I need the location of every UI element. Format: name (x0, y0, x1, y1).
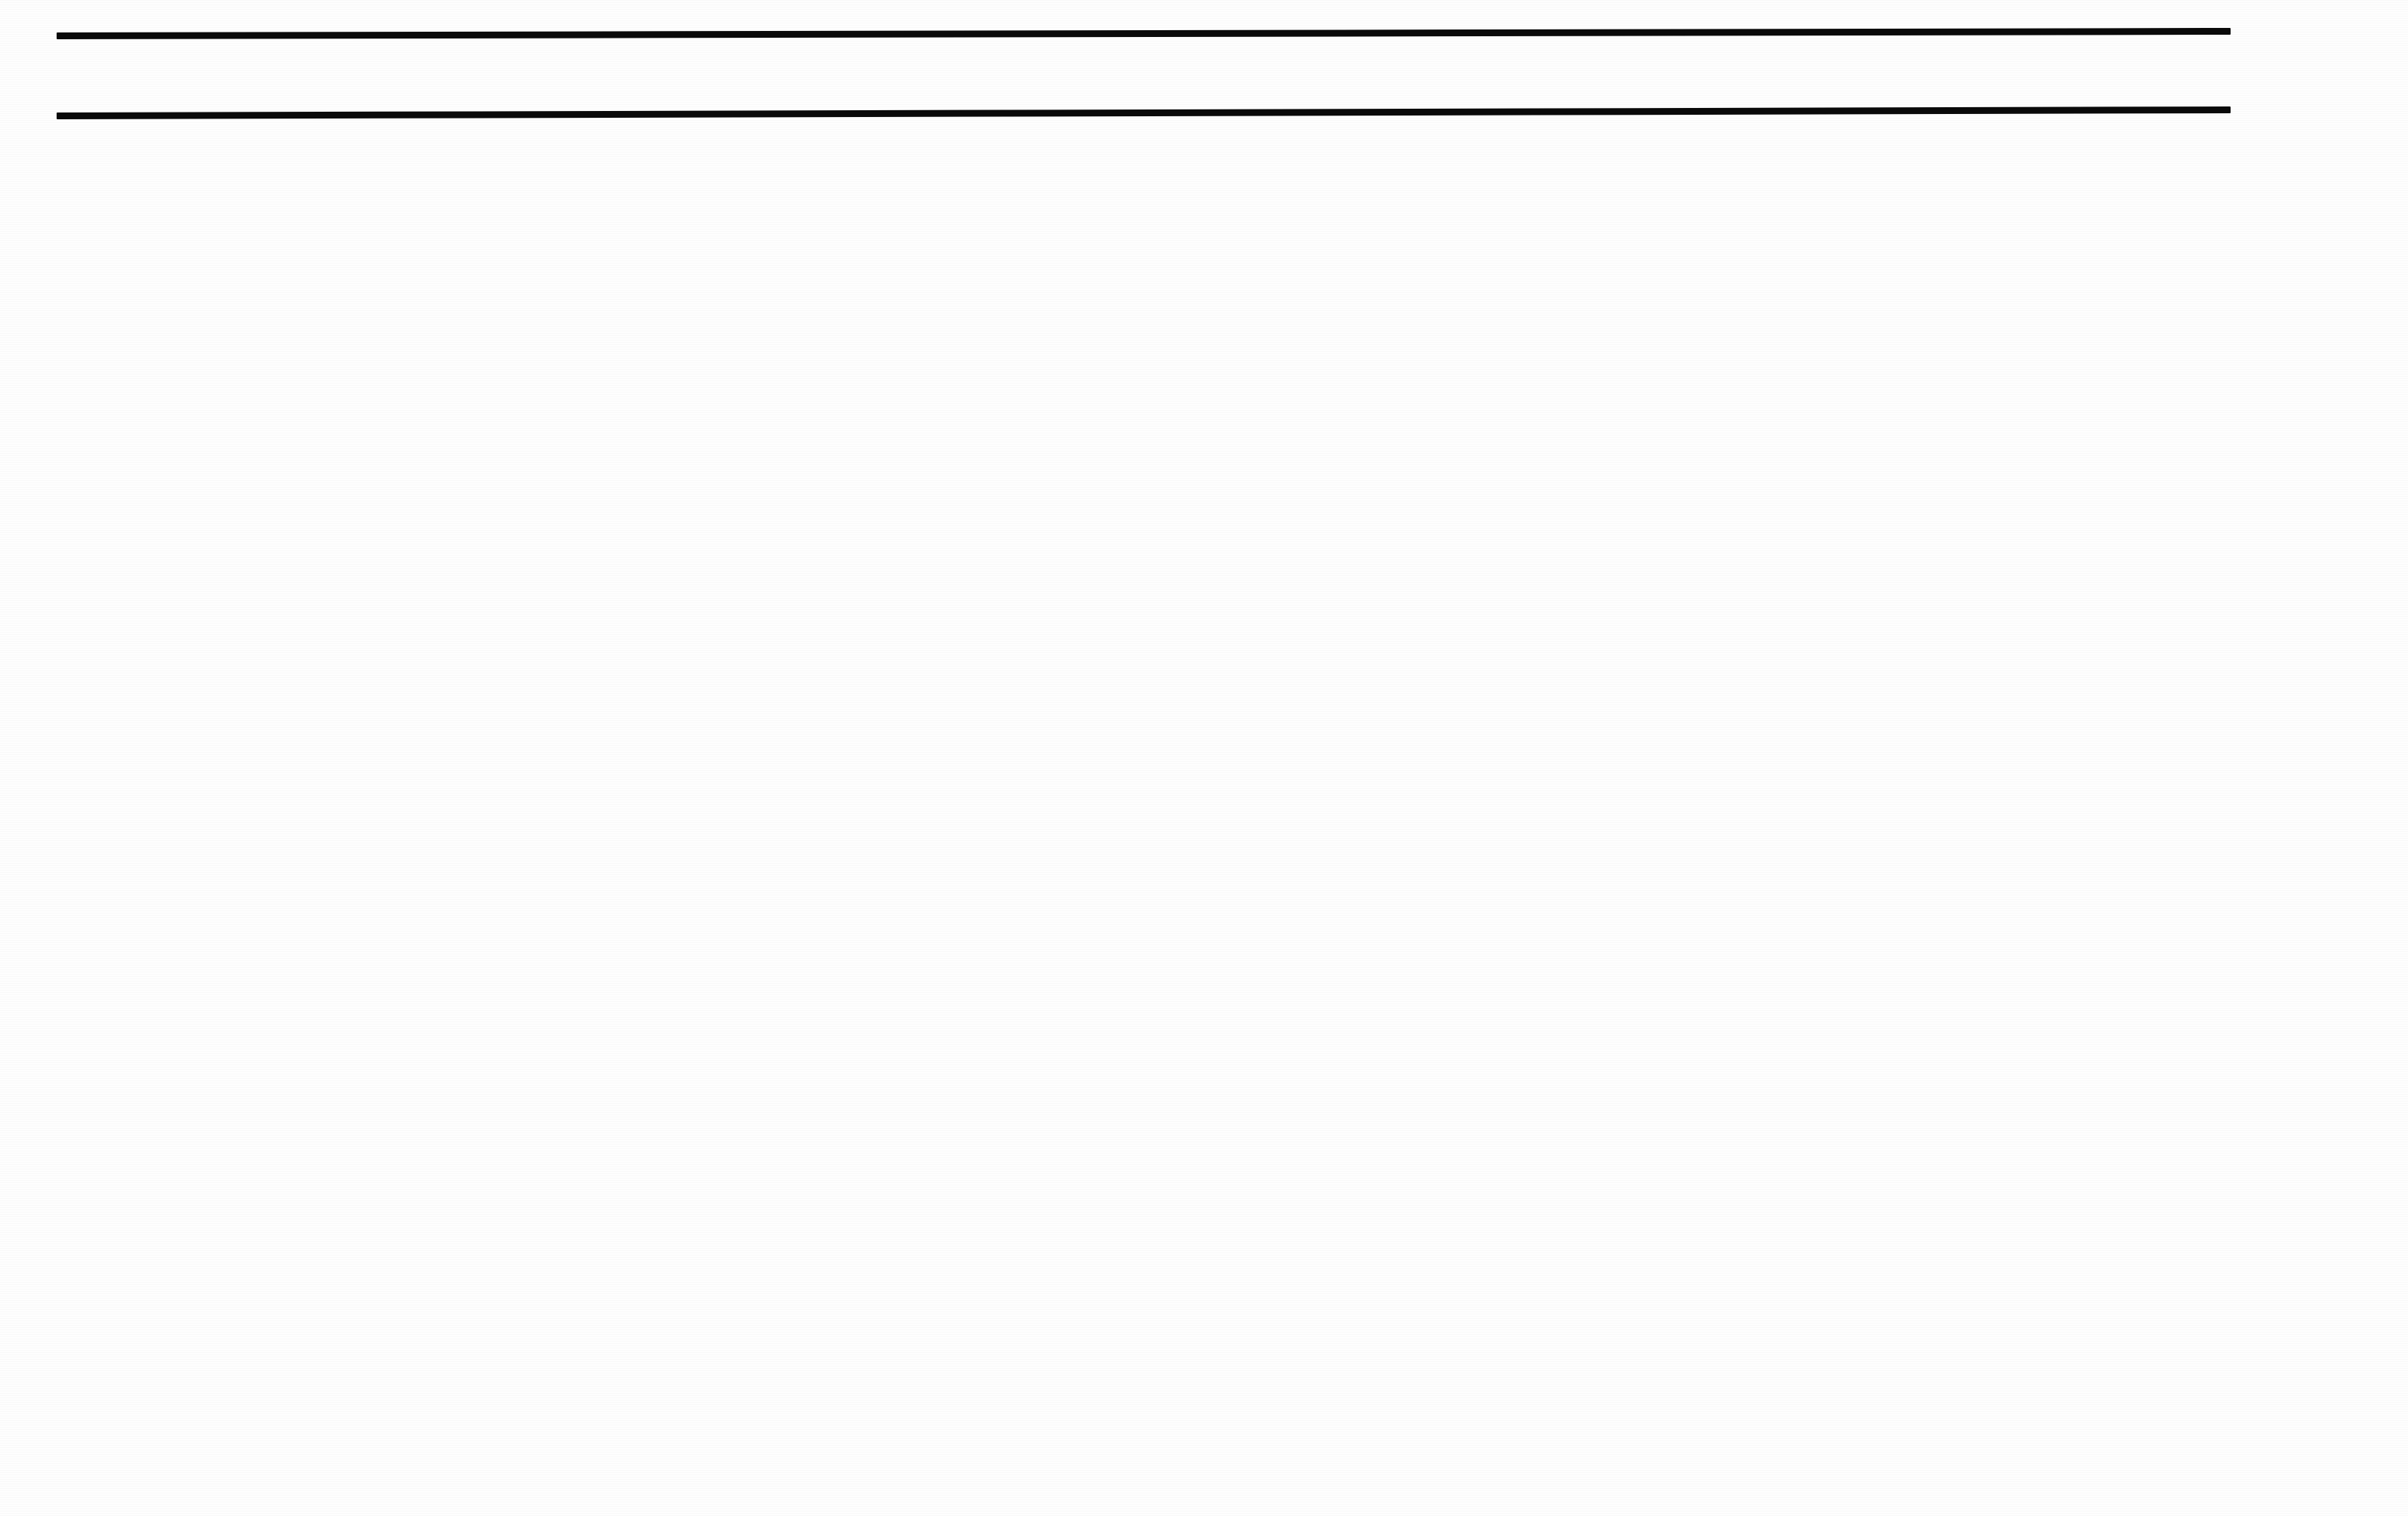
document-page (0, 0, 2408, 1516)
table-header-row (57, 37, 2231, 109)
scan-grain-overlay (0, 0, 2408, 1516)
table-body (57, 116, 2231, 136)
estimate-table (56, 27, 2231, 136)
